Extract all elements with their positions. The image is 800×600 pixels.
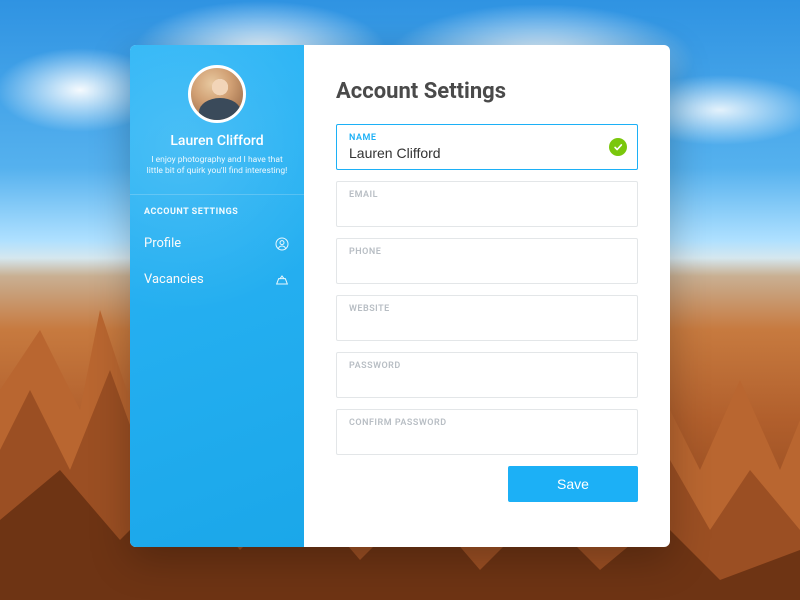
- sidebar-item-profile[interactable]: Profile: [144, 231, 290, 257]
- user-circle-icon: [274, 236, 290, 252]
- field-label: PHONE: [349, 247, 625, 257]
- website-input[interactable]: [349, 316, 597, 332]
- sidebar-item-label: Vacancies: [144, 272, 204, 287]
- button-row: Save: [336, 466, 638, 502]
- sidebar-item-label: Profile: [144, 236, 181, 251]
- confirm-password-input[interactable]: [349, 430, 597, 446]
- sidebar-section-label: ACCOUNT SETTINGS: [144, 207, 290, 217]
- field-label: CONFIRM PASSWORD: [349, 418, 625, 428]
- phone-input[interactable]: [349, 259, 597, 275]
- cake-icon: [274, 272, 290, 288]
- field-website[interactable]: WEBSITE: [336, 295, 638, 341]
- main-panel: Account Settings NAME EMAIL PHONE WEBSIT…: [304, 45, 670, 547]
- divider: [130, 194, 304, 195]
- field-email[interactable]: EMAIL: [336, 181, 638, 227]
- save-button[interactable]: Save: [508, 466, 638, 502]
- password-input[interactable]: [349, 373, 597, 389]
- user-name: Lauren Clifford: [170, 133, 263, 149]
- avatar[interactable]: [188, 65, 246, 123]
- page-title: Account Settings: [336, 79, 638, 104]
- check-icon: [609, 138, 627, 156]
- field-phone[interactable]: PHONE: [336, 238, 638, 284]
- field-label: NAME: [349, 133, 625, 143]
- sidebar: Lauren Clifford I enjoy photography and …: [130, 45, 304, 547]
- sidebar-item-vacancies[interactable]: Vacancies: [144, 267, 290, 293]
- email-input[interactable]: [349, 202, 597, 218]
- field-name[interactable]: NAME: [336, 124, 638, 170]
- profile-header: Lauren Clifford I enjoy photography and …: [144, 65, 290, 178]
- settings-card: Lauren Clifford I enjoy photography and …: [130, 45, 670, 547]
- name-input[interactable]: [349, 145, 597, 161]
- user-bio: I enjoy photography and I have that litt…: [144, 155, 290, 178]
- field-label: PASSWORD: [349, 361, 625, 371]
- field-label: EMAIL: [349, 190, 625, 200]
- field-password[interactable]: PASSWORD: [336, 352, 638, 398]
- field-label: WEBSITE: [349, 304, 625, 314]
- field-confirm-password[interactable]: CONFIRM PASSWORD: [336, 409, 638, 455]
